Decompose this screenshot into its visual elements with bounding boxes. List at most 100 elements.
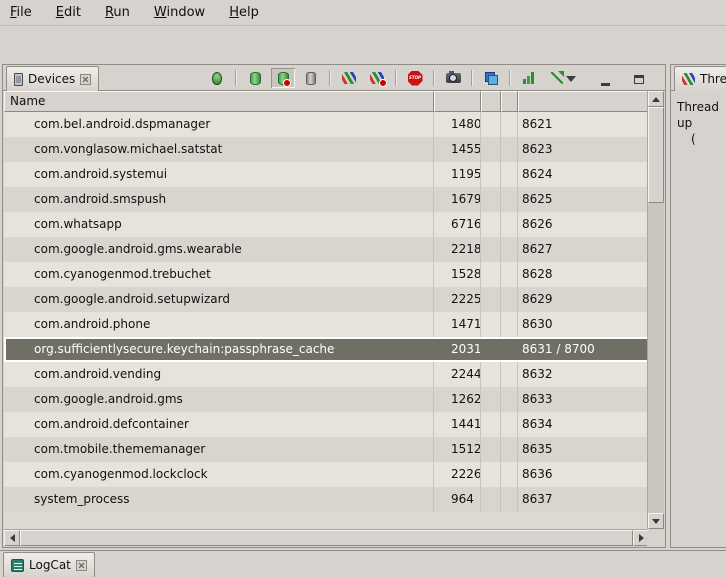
cell-spacer bbox=[481, 387, 501, 412]
update-heap-icon[interactable] bbox=[243, 68, 267, 88]
column-header-col4[interactable] bbox=[518, 91, 649, 112]
scroll-down-button[interactable] bbox=[648, 513, 664, 529]
menu-item-file[interactable]: File bbox=[10, 5, 32, 20]
toolbar-separator bbox=[235, 70, 237, 86]
cell-pid: 6716 bbox=[434, 212, 481, 237]
table-row[interactable]: com.android.defcontainer144118634 bbox=[4, 412, 649, 437]
tab-logcat-label: LogCat bbox=[29, 558, 71, 572]
stop-threads-icon[interactable] bbox=[365, 68, 389, 88]
table-row[interactable]: com.google.android.gms.wearable221858627 bbox=[4, 237, 649, 262]
view-menu-icon-glyph bbox=[566, 76, 576, 82]
table-row[interactable]: com.google.android.setupwizard222508629 bbox=[4, 287, 649, 312]
screen-capture-icon[interactable] bbox=[441, 68, 465, 88]
cell-port: 8636 bbox=[518, 462, 649, 487]
cell-spacer bbox=[501, 137, 518, 162]
cell-spacer bbox=[501, 412, 518, 437]
tab-logcat[interactable]: LogCat bbox=[3, 552, 95, 577]
cell-port: 8631 / 8700 bbox=[518, 337, 649, 362]
table-header: Name bbox=[4, 91, 649, 112]
maximize-icon[interactable] bbox=[627, 69, 651, 89]
cell-spacer bbox=[501, 462, 518, 487]
table-row[interactable]: system_process9648637 bbox=[4, 487, 649, 512]
horizontal-scrollbar-thumb[interactable] bbox=[20, 530, 633, 546]
cell-spacer bbox=[501, 387, 518, 412]
stop-process-icon-glyph: STOP bbox=[408, 71, 423, 86]
menu-item-window[interactable]: Window bbox=[154, 5, 205, 20]
cell-spacer bbox=[481, 462, 501, 487]
vertical-scrollbar[interactable] bbox=[647, 91, 664, 529]
table-row[interactable]: com.cyanogenmod.lockclock222658636 bbox=[4, 462, 649, 487]
cell-name: com.android.smspush bbox=[4, 187, 434, 212]
menu-item-edit[interactable]: Edit bbox=[56, 5, 81, 20]
table-row[interactable]: com.android.vending224408632 bbox=[4, 362, 649, 387]
system-info-icon[interactable] bbox=[517, 68, 541, 88]
threads-message: Thread up( bbox=[671, 91, 726, 147]
column-header-col2[interactable] bbox=[481, 91, 501, 112]
cell-pid: 964 bbox=[434, 487, 481, 512]
threads-tabbar: Threads bbox=[671, 65, 726, 91]
horizontal-scrollbar[interactable] bbox=[4, 529, 649, 546]
table-row[interactable]: com.bel.android.dspmanager14808621 bbox=[4, 112, 649, 137]
table-row[interactable]: com.whatsapp67168626 bbox=[4, 212, 649, 237]
cell-spacer bbox=[481, 237, 501, 262]
update-threads-icon[interactable] bbox=[337, 68, 361, 88]
scroll-left-button[interactable] bbox=[4, 530, 20, 546]
view-hierarchy-icon[interactable] bbox=[479, 68, 503, 88]
debug-icon-glyph bbox=[212, 72, 222, 85]
table-row[interactable]: com.vonglasow.michael.satstat145538623 bbox=[4, 137, 649, 162]
bottom-bar: LogCat bbox=[0, 550, 726, 577]
cell-port: 8632 bbox=[518, 362, 649, 387]
threads-message-line: ( bbox=[691, 131, 726, 147]
scrollbar-corner bbox=[647, 529, 664, 546]
debug-icon[interactable] bbox=[205, 68, 229, 88]
table-row[interactable]: com.android.smspush16798625 bbox=[4, 187, 649, 212]
tab-devices[interactable]: Devices bbox=[6, 66, 99, 91]
tab-devices-label: Devices bbox=[28, 72, 75, 86]
column-header-name[interactable]: Name bbox=[4, 91, 434, 112]
cell-port: 8635 bbox=[518, 437, 649, 462]
cell-name: com.bel.android.dspmanager bbox=[4, 112, 434, 137]
screen-capture-icon-glyph bbox=[446, 73, 461, 83]
cell-spacer bbox=[481, 212, 501, 237]
close-icon[interactable] bbox=[76, 560, 87, 571]
stop-threads-icon-glyph bbox=[370, 72, 384, 84]
toolbar-separator bbox=[471, 70, 473, 86]
toolbar-separator bbox=[329, 70, 331, 86]
table-row[interactable]: com.tmobile.thememanager15128635 bbox=[4, 437, 649, 462]
table-row[interactable]: org.sufficientlysecure.keychain:passphra… bbox=[4, 337, 649, 362]
table-row[interactable]: com.google.android.gms126238633 bbox=[4, 387, 649, 412]
cell-port: 8623 bbox=[518, 137, 649, 162]
table-row[interactable]: com.cyanogenmod.trebuchet15288628 bbox=[4, 262, 649, 287]
cell-pid: 22265 bbox=[434, 462, 481, 487]
table-row[interactable]: com.android.phone14718630 bbox=[4, 312, 649, 337]
column-header-col1[interactable] bbox=[434, 91, 481, 112]
cell-name: com.android.defcontainer bbox=[4, 412, 434, 437]
cell-spacer bbox=[501, 312, 518, 337]
cell-spacer bbox=[501, 162, 518, 187]
close-icon[interactable] bbox=[80, 74, 91, 85]
menu-item-run[interactable]: Run bbox=[105, 5, 130, 20]
cell-spacer bbox=[481, 487, 501, 512]
view-menu-icon[interactable] bbox=[559, 69, 583, 89]
cell-pid: 22185 bbox=[434, 237, 481, 262]
scroll-up-button[interactable] bbox=[648, 91, 664, 107]
stop-process-icon-label: STOP bbox=[409, 76, 421, 80]
minimize-icon[interactable] bbox=[593, 69, 617, 89]
table-row[interactable]: com.android.systemui11958624 bbox=[4, 162, 649, 187]
tab-threads[interactable]: Threads bbox=[674, 66, 726, 91]
vertical-scrollbar-thumb[interactable] bbox=[648, 107, 664, 203]
column-header-col3[interactable] bbox=[501, 91, 518, 112]
toolbar-separator bbox=[433, 70, 435, 86]
tab-threads-label: Threads bbox=[700, 72, 726, 86]
cell-port: 8625 bbox=[518, 187, 649, 212]
arrow-right-icon bbox=[639, 534, 644, 542]
toolbar-separator bbox=[395, 70, 397, 86]
dump-hprof-icon[interactable] bbox=[271, 68, 295, 88]
view-hierarchy-icon-glyph bbox=[485, 72, 498, 85]
stop-process-icon[interactable]: STOP bbox=[403, 68, 427, 88]
menu-item-help[interactable]: Help bbox=[229, 5, 259, 20]
cause-gc-icon[interactable] bbox=[299, 68, 323, 88]
cell-spacer bbox=[501, 262, 518, 287]
cell-port: 8630 bbox=[518, 312, 649, 337]
cell-port: 8624 bbox=[518, 162, 649, 187]
